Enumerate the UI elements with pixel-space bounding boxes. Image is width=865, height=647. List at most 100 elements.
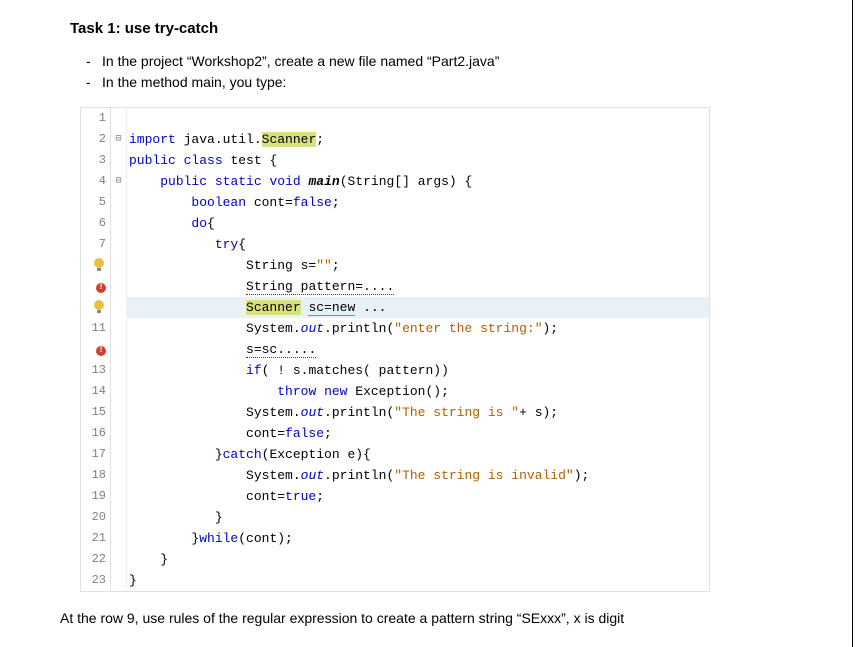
fold-gutter <box>111 528 127 549</box>
fold-gutter <box>111 570 127 591</box>
code-line: 21 }while(cont); <box>81 528 709 549</box>
gutter: 7 <box>81 234 111 255</box>
code-content: System.out.println("The string is "+ s); <box>127 402 709 423</box>
code-line: 14 throw new Exception(); <box>81 381 709 402</box>
code-content: public class test { <box>127 150 709 171</box>
fold-gutter[interactable]: ⊟ <box>111 171 127 192</box>
lightbulb-icon <box>94 300 104 310</box>
gutter: 21 <box>81 528 111 549</box>
fold-gutter <box>111 507 127 528</box>
gutter: 22 <box>81 549 111 570</box>
gutter: 2 <box>81 129 111 150</box>
fold-gutter <box>111 192 127 213</box>
gutter: 4 <box>81 171 111 192</box>
gutter: 5 <box>81 192 111 213</box>
fold-gutter <box>111 234 127 255</box>
page-right-border <box>852 0 853 647</box>
code-line: 6 do{ <box>81 213 709 234</box>
code-content: cont=true; <box>127 486 709 507</box>
code-line: 16 cont=false; <box>81 423 709 444</box>
gutter: 13 <box>81 360 111 381</box>
gutter <box>81 297 111 318</box>
code-content: boolean cont=false; <box>127 192 709 213</box>
fold-gutter <box>111 213 127 234</box>
fold-gutter <box>111 276 127 297</box>
footer-instruction: At the row 9, use rules of the regular e… <box>60 610 825 626</box>
code-line: 18 System.out.println("The string is inv… <box>81 465 709 486</box>
gutter: ! <box>81 276 111 297</box>
code-content: } <box>127 549 709 570</box>
fold-gutter <box>111 108 127 129</box>
error-icon: ! <box>96 283 106 293</box>
code-content: s=sc..... <box>127 339 709 360</box>
code-line: Scanner sc=new ... <box>81 297 709 318</box>
code-line: ! String pattern=.... <box>81 276 709 297</box>
code-content: if( ! s.matches( pattern)) <box>127 360 709 381</box>
gutter: 6 <box>81 213 111 234</box>
gutter: 3 <box>81 150 111 171</box>
lightbulb-icon <box>94 258 104 268</box>
fold-gutter <box>111 402 127 423</box>
code-line: 4⊟ public static void main(String[] args… <box>81 171 709 192</box>
gutter: 17 <box>81 444 111 465</box>
code-line: 7 try{ <box>81 234 709 255</box>
code-line: 1 <box>81 108 709 129</box>
fold-gutter[interactable]: ⊟ <box>111 129 127 150</box>
code-line: 22 } <box>81 549 709 570</box>
code-content <box>127 108 709 129</box>
gutter: 16 <box>81 423 111 444</box>
code-line: 19 cont=true; <box>81 486 709 507</box>
fold-gutter <box>111 465 127 486</box>
gutter: 18 <box>81 465 111 486</box>
code-line: 23} <box>81 570 709 591</box>
code-content: System.out.println("The string is invali… <box>127 465 709 486</box>
code-content: do{ <box>127 213 709 234</box>
gutter: 15 <box>81 402 111 423</box>
code-content: }while(cont); <box>127 528 709 549</box>
code-content: import java.util.Scanner; <box>127 129 709 150</box>
code-content: String s=""; <box>127 255 709 276</box>
code-line: 17 }catch(Exception e){ <box>81 444 709 465</box>
fold-gutter <box>111 150 127 171</box>
code-content: cont=false; <box>127 423 709 444</box>
gutter: 14 <box>81 381 111 402</box>
task-heading: Task 1: use try-catch <box>70 20 825 37</box>
gutter: 1 <box>81 108 111 129</box>
code-line: 3 public class test { <box>81 150 709 171</box>
code-line: 15 System.out.println("The string is "+ … <box>81 402 709 423</box>
code-content: throw new Exception(); <box>127 381 709 402</box>
fold-gutter <box>111 339 127 360</box>
code-content: } <box>127 507 709 528</box>
fold-gutter <box>111 549 127 570</box>
gutter: 11 <box>81 318 111 339</box>
code-line: String s=""; <box>81 255 709 276</box>
code-line: 5 boolean cont=false; <box>81 192 709 213</box>
code-content: Scanner sc=new ... <box>127 297 709 318</box>
code-content: String pattern=.... <box>127 276 709 297</box>
gutter: 19 <box>81 486 111 507</box>
fold-gutter <box>111 486 127 507</box>
gutter: ! <box>81 339 111 360</box>
code-line: 13 if( ! s.matches( pattern)) <box>81 360 709 381</box>
code-line: 11 System.out.println("enter the string:… <box>81 318 709 339</box>
code-line: ! s=sc..... <box>81 339 709 360</box>
fold-gutter <box>111 318 127 339</box>
gutter: 20 <box>81 507 111 528</box>
code-content: try{ <box>127 234 709 255</box>
code-content: } <box>127 570 709 591</box>
fold-gutter <box>111 444 127 465</box>
code-content: }catch(Exception e){ <box>127 444 709 465</box>
code-content: System.out.println("enter the string:"); <box>127 318 709 339</box>
fold-gutter <box>111 360 127 381</box>
code-editor: 12⊟import java.util.Scanner; 3 public clas… <box>80 107 710 592</box>
instruction-list: In the project “Workshop2”, create a new… <box>102 51 825 93</box>
code-line: 20 } <box>81 507 709 528</box>
fold-gutter <box>111 255 127 276</box>
fold-gutter <box>111 381 127 402</box>
instruction-item: In the method main, you type: <box>102 72 825 93</box>
gutter <box>81 255 111 276</box>
error-icon: ! <box>96 346 106 356</box>
gutter: 23 <box>81 570 111 591</box>
instruction-item: In the project “Workshop2”, create a new… <box>102 51 825 72</box>
fold-gutter <box>111 297 127 318</box>
